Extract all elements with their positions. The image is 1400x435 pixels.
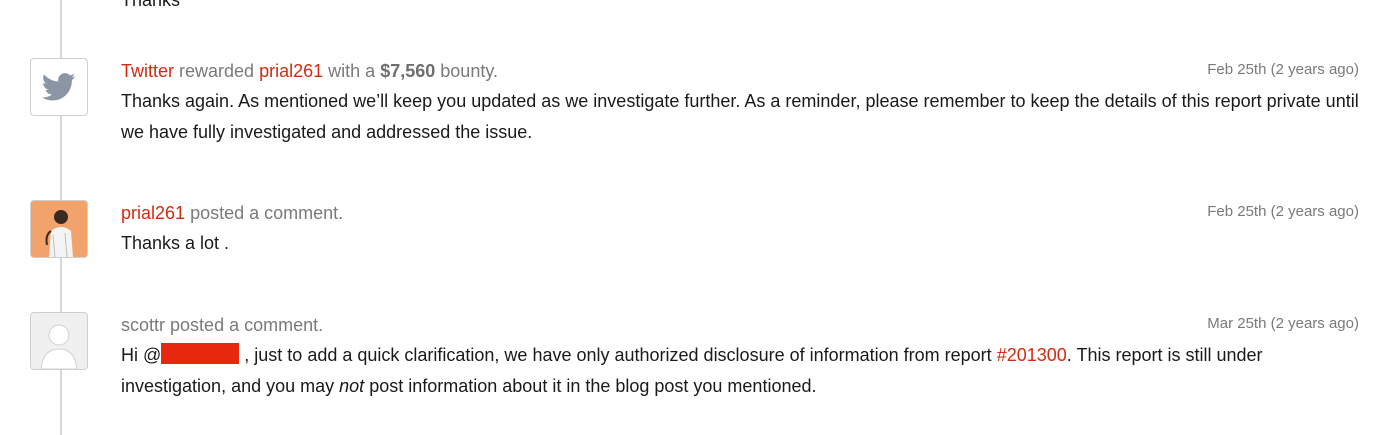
body-text-part: post information about it in the blog po… — [369, 376, 817, 396]
comment-body: Thanks again. As mentioned we’ll keep yo… — [121, 91, 1359, 142]
activity-date[interactable]: Feb 25th (2 years ago) — [1207, 61, 1359, 78]
bounty-suffix: bounty. — [440, 61, 498, 81]
action-text: posted a comment. — [170, 315, 324, 335]
activity-meta: Twitter rewarded prial261 with a $7,560 … — [121, 58, 1359, 84]
emphasis-text: not — [339, 376, 365, 396]
bounty-amount: $7,560 — [380, 61, 436, 81]
activity-meta: prial261 posted a comment. — [121, 200, 1359, 226]
body-text-part: , just to add a quick clarification, we … — [244, 345, 992, 365]
activity-date[interactable]: Feb 25th (2 years ago) — [1207, 203, 1359, 220]
actor-link[interactable]: Twitter — [121, 61, 174, 81]
with-text: with a — [328, 61, 376, 81]
activity-date[interactable]: Mar 25th (2 years ago) — [1207, 315, 1359, 332]
greeting-text: Hi @ — [121, 345, 162, 365]
redacted-mention — [161, 343, 240, 364]
activity-content: Twitter rewarded prial261 with a $7,560 … — [121, 58, 1359, 148]
comment-body: Hi @ , just to add a quick clarification… — [121, 340, 1359, 402]
activity-content: scottr posted a comment. Mar 25th (2 yea… — [121, 312, 1359, 402]
default-user-icon — [31, 313, 87, 369]
actor-link[interactable]: prial261 — [121, 203, 185, 223]
activity-content: prial261 posted a comment. Feb 25th (2 y… — [121, 200, 1359, 259]
user-avatar[interactable] — [30, 312, 88, 370]
report-link[interactable]: #201300 — [997, 345, 1067, 365]
previous-comment-fragment: Thanks — [121, 0, 181, 10]
action-text: posted a comment. — [190, 203, 344, 223]
comment-body: Thanks a lot . — [121, 233, 230, 253]
twitter-avatar[interactable] — [30, 58, 88, 116]
user-avatar[interactable] — [30, 200, 88, 258]
target-user-link[interactable]: prial261 — [259, 61, 323, 81]
twitter-bird-icon — [42, 73, 76, 101]
user-photo — [31, 201, 87, 257]
activity-meta: scottr posted a comment. — [121, 312, 1359, 338]
verb-text: rewarded — [179, 61, 255, 81]
actor-name[interactable]: scottr — [121, 315, 165, 335]
